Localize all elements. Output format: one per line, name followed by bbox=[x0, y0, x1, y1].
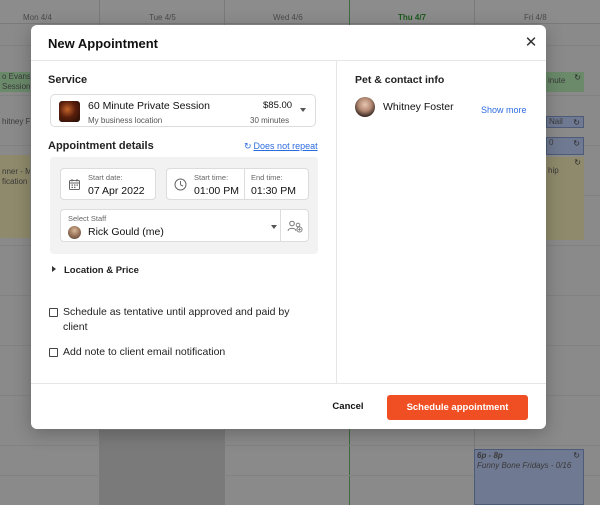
event-title: Funny Bone Fridays - 0/16 bbox=[477, 461, 572, 470]
day-mon[interactable]: Mon 4/4 bbox=[23, 13, 52, 22]
event-time: 6p - 8p bbox=[477, 451, 503, 460]
event-text: nner - M bbox=[2, 167, 30, 176]
service-duration: 30 minutes bbox=[250, 116, 290, 125]
service-price: $85.00 bbox=[263, 100, 293, 111]
clock-icon bbox=[174, 178, 187, 191]
calendar-event[interactable]: Nail ↻ bbox=[546, 116, 584, 128]
calendar-event[interactable]: o Evans - Session bbox=[0, 72, 30, 92]
refresh-icon: ↻ bbox=[574, 73, 581, 82]
staff-select[interactable]: Select Staff Rick Gould (me) bbox=[60, 209, 309, 242]
service-label: Service bbox=[48, 74, 88, 86]
footer-divider bbox=[31, 383, 546, 384]
tentative-text: Schedule as tentative until approved and… bbox=[63, 305, 290, 335]
event-text: Session bbox=[2, 82, 30, 91]
start-time-label: Start time: bbox=[194, 173, 229, 182]
calendar-event[interactable]: 0 ↻ bbox=[546, 137, 584, 155]
repeat-link[interactable]: ↻ Does not repeat bbox=[244, 141, 318, 152]
refresh-icon: ↻ bbox=[573, 139, 580, 148]
calendar-event[interactable]: inute ↻ bbox=[546, 72, 584, 92]
service-location: My business location bbox=[88, 116, 163, 125]
start-date-label: Start date: bbox=[88, 173, 123, 182]
staff-divider bbox=[280, 210, 281, 241]
tentative-option: Schedule as tentative until approved and… bbox=[49, 305, 319, 337]
location-price-label: Location & Price bbox=[64, 265, 139, 276]
day-tue[interactable]: Tue 4/5 bbox=[149, 13, 176, 22]
event-text: o Evans - bbox=[2, 72, 30, 81]
start-time-value[interactable]: 01:00 PM bbox=[194, 185, 239, 197]
refresh-icon: ↻ bbox=[574, 158, 581, 167]
details-panel: Start date: 07 Apr 2022 Start time: 01:0… bbox=[50, 157, 318, 254]
show-more-link[interactable]: Show more bbox=[481, 105, 527, 115]
cancel-button[interactable]: Cancel bbox=[324, 395, 372, 419]
caret-right-icon bbox=[52, 266, 56, 272]
pet-contact-title: Pet & contact info bbox=[355, 74, 445, 86]
time-range-field[interactable]: Start time: 01:00 PM End time: 01:30 PM bbox=[166, 168, 309, 200]
day-thu[interactable]: Thu 4/7 bbox=[398, 13, 426, 22]
repeat-text: Does not repeat bbox=[253, 141, 318, 151]
calendar-event[interactable]: hip ↻ bbox=[546, 157, 584, 240]
location-price-toggle[interactable]: Location & Price bbox=[52, 265, 139, 276]
appointment-details-label: Appointment details bbox=[48, 140, 154, 152]
client-avatar bbox=[355, 97, 375, 117]
staff-avatar bbox=[68, 226, 81, 239]
header-divider bbox=[31, 60, 546, 61]
time-divider bbox=[244, 169, 245, 199]
note-checkbox[interactable] bbox=[49, 348, 58, 357]
start-date-value: 07 Apr 2022 bbox=[88, 185, 145, 197]
unavailable-block bbox=[100, 430, 224, 505]
note-option: Add note to client email notification bbox=[49, 345, 319, 361]
tentative-line2: client bbox=[63, 321, 88, 333]
end-time-value[interactable]: 01:30 PM bbox=[251, 185, 296, 197]
start-date-field[interactable]: Start date: 07 Apr 2022 bbox=[60, 168, 156, 200]
service-name: 60 Minute Private Session bbox=[88, 100, 210, 112]
service-select[interactable]: 60 Minute Private Session My business lo… bbox=[50, 94, 316, 127]
close-icon[interactable]: ✕ bbox=[524, 35, 538, 50]
staff-label: Select Staff bbox=[68, 214, 107, 223]
staff-value: Rick Gould (me) bbox=[88, 226, 164, 238]
event-text: hitney Fo bbox=[2, 117, 30, 126]
day-fri[interactable]: Fri 4/8 bbox=[524, 13, 547, 22]
column-separator bbox=[336, 61, 337, 383]
note-text: Add note to client email notification bbox=[63, 346, 226, 358]
service-thumbnail bbox=[59, 101, 80, 122]
calendar-event[interactable]: hitney Fo bbox=[0, 117, 30, 129]
calendar-event-funny-bone[interactable]: 6p - 8p Funny Bone Fridays - 0/16 ↻ bbox=[474, 449, 584, 505]
calendar-event[interactable]: nner - M fication bbox=[0, 155, 30, 238]
hour-line bbox=[0, 445, 600, 446]
chevron-down-icon bbox=[300, 108, 306, 112]
refresh-icon: ↻ bbox=[573, 451, 580, 460]
tentative-line1: Schedule as tentative until approved and… bbox=[63, 306, 290, 318]
repeat-icon: ↻ bbox=[244, 141, 252, 151]
tentative-checkbox[interactable] bbox=[49, 308, 58, 317]
client-name: Whitney Foster bbox=[383, 101, 454, 113]
schedule-appointment-button[interactable]: Schedule appointment bbox=[387, 395, 528, 420]
event-text: fication bbox=[2, 177, 28, 186]
add-staff-icon[interactable] bbox=[287, 220, 303, 233]
end-time-label: End time: bbox=[251, 173, 283, 182]
modal-title: New Appointment bbox=[48, 36, 159, 51]
refresh-icon: ↻ bbox=[573, 118, 580, 127]
new-appointment-modal: New Appointment ✕ Service 60 Minute Priv… bbox=[31, 25, 546, 429]
calendar-icon bbox=[69, 179, 80, 190]
chevron-down-icon bbox=[271, 225, 277, 229]
day-wed[interactable]: Wed 4/6 bbox=[273, 13, 303, 22]
